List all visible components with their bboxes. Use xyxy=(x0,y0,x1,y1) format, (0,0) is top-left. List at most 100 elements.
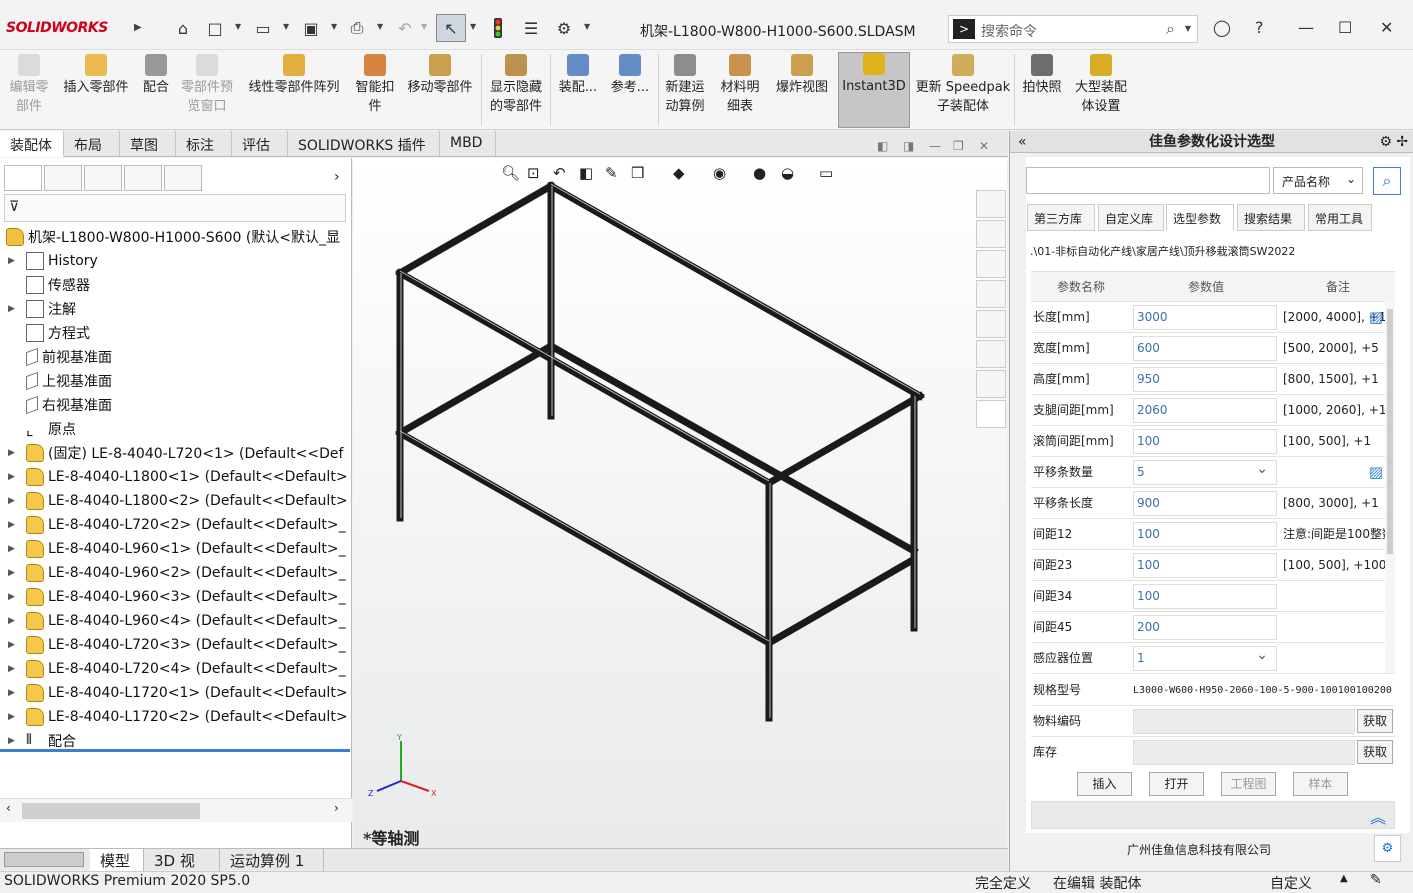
rebuild-traffic-light-icon[interactable] xyxy=(487,17,509,39)
tree-item[interactable]: ▶ History xyxy=(0,249,98,273)
save-icon[interactable]: ▣ xyxy=(300,17,322,39)
viewport-tile-right-icon[interactable]: ◨ xyxy=(903,139,914,153)
panel-settings-gear-icon[interactable]: ⚙ xyxy=(1379,131,1392,153)
linear-component-pattern-button[interactable]: 线性零部件阵列 xyxy=(242,54,346,97)
search-icon[interactable]: ⌕ xyxy=(1166,19,1175,39)
grid-scroll-thumb[interactable] xyxy=(1387,309,1393,554)
minimize-icon[interactable]: — xyxy=(1298,18,1314,37)
tree-item[interactable]: ▶ LE-8-4040-L720<2> (Default<<Default>_ xyxy=(0,513,346,537)
account-icon[interactable]: ◯ xyxy=(1213,18,1231,37)
tree-item[interactable]: ▶ LE-8-4040-L1800<1> (Default<<Default> xyxy=(0,465,348,489)
product-search-button[interactable]: ⌕ xyxy=(1373,167,1401,195)
design-library-icon[interactable] xyxy=(976,220,1006,248)
new-motion-study-button[interactable]: 新建运 动算例 xyxy=(661,54,709,116)
view-palette-icon[interactable] xyxy=(976,280,1006,308)
expand-arrow-icon[interactable]: ▶ xyxy=(8,496,20,506)
tree-item[interactable]: ▶ LE-8-4040-L960<2> (Default<<Default>_ xyxy=(0,561,346,585)
insert-button[interactable]: 插入 xyxy=(1077,772,1132,796)
command-search-box[interactable]: > 搜索命令 ⌕ ▼ xyxy=(948,15,1198,43)
expand-bar[interactable]: ︽ xyxy=(1031,801,1395,829)
instant3d-button[interactable]: Instant3D xyxy=(838,52,910,128)
filter-icon[interactable]: ⊽ xyxy=(9,199,19,215)
scroll-thumb[interactable] xyxy=(22,803,200,819)
stock-field[interactable] xyxy=(1133,740,1355,765)
bottom-tab-2[interactable]: 运动算例 1 xyxy=(220,849,324,871)
tree-item[interactable]: ▶ LE-8-4040-L960<4> (Default<<Default>_ xyxy=(0,609,346,633)
tree-item[interactable]: ▶ LE-8-4040-L1720<1> (Default<<Default> xyxy=(0,681,348,705)
parameter-value-input[interactable]: 600 xyxy=(1133,336,1277,361)
command-tab-0[interactable]: 装配体 xyxy=(0,131,64,157)
fetch-material-code-button[interactable]: 获取 xyxy=(1357,709,1393,733)
smart-fasteners-button[interactable]: 智能扣 件 xyxy=(350,54,400,116)
parameter-value-input[interactable]: 3000 xyxy=(1133,305,1277,330)
undo-dropdown-icon[interactable]: ▼ xyxy=(421,22,427,31)
material-code-field[interactable] xyxy=(1133,709,1355,734)
exploded-view-button[interactable]: 爆炸视图 xyxy=(770,54,834,97)
parameter-value-input[interactable]: 100 xyxy=(1133,522,1277,547)
open-button[interactable]: 打开 xyxy=(1149,772,1204,796)
bottom-tab-0[interactable]: 模型 xyxy=(90,849,144,871)
graphics-viewport[interactable]: 🔍︎ ⊡ ↶ ◧ ✎ ❒ ◆ ◉ ● ◒ ▭ ◧ ◨ — ❐ ✕ Y X Z *… xyxy=(353,139,1007,848)
drawing-button[interactable]: 工程图 xyxy=(1221,772,1276,796)
tree-item[interactable]: ⌞ 原点 xyxy=(0,417,76,441)
expand-arrow-icon[interactable]: ▶ xyxy=(8,640,20,650)
close-icon[interactable]: ✕ xyxy=(1380,18,1393,37)
tree-item[interactable]: 上视基准面 xyxy=(0,369,112,393)
mate-button[interactable]: 配合 xyxy=(138,54,174,97)
options-gear-icon[interactable]: ⚙ xyxy=(553,17,575,39)
parameter-value-input[interactable]: 100 xyxy=(1133,553,1277,578)
scroll-right-icon[interactable]: › xyxy=(334,801,339,815)
tab-scroll-arrows[interactable] xyxy=(4,852,84,867)
property-manager-tab-icon[interactable] xyxy=(44,165,82,191)
large-assembly-settings-button[interactable]: 大型装配 体设置 xyxy=(1070,54,1132,116)
frame-assembly-model[interactable] xyxy=(353,158,1007,848)
parameter-value-select[interactable]: 1 ⌄ xyxy=(1133,646,1277,671)
viewport-minimize-icon[interactable]: — xyxy=(929,139,941,153)
tree-item[interactable]: 前视基准面 xyxy=(0,345,112,369)
solidworks-resources-icon[interactable] xyxy=(976,190,1006,218)
save-dropdown-icon[interactable]: ▼ xyxy=(331,22,337,31)
configuration-manager-tab-icon[interactable] xyxy=(84,165,122,191)
panel-tab-1[interactable]: 自定义库 xyxy=(1098,204,1164,231)
tree-horizontal-scrollbar[interactable]: ‹ › xyxy=(0,798,352,822)
bottom-tab-1[interactable]: 3D 视图 xyxy=(144,849,220,891)
command-tab-6[interactable]: MBD xyxy=(440,131,496,157)
expand-up-icon[interactable]: ︽ xyxy=(1370,804,1386,828)
tree-item[interactable]: 方程式 xyxy=(0,321,90,345)
parameter-value-select[interactable]: 5 ⌄ xyxy=(1133,460,1277,485)
undo-icon[interactable]: ↶ xyxy=(394,17,416,39)
jiayu-plugin-icon[interactable] xyxy=(976,400,1006,428)
product-name-select[interactable]: 产品名称 ⌄ xyxy=(1273,167,1363,194)
command-tab-3[interactable]: 标注 xyxy=(176,131,232,157)
open-dropdown-icon[interactable]: ▼ xyxy=(283,22,289,31)
panel-tab-3[interactable]: 搜索结果 xyxy=(1237,204,1305,231)
update-speedpak-button[interactable]: 更新 Speedpak 子装配体 xyxy=(914,54,1012,116)
insert-components-button[interactable]: 插入零部件 xyxy=(58,54,134,97)
home-icon[interactable]: ⌂ xyxy=(172,17,194,39)
tree-item[interactable]: 传感器 xyxy=(0,273,90,297)
tree-item[interactable]: 右视基准面 xyxy=(0,393,112,417)
fetch-stock-button[interactable]: 获取 xyxy=(1357,740,1393,764)
parameter-value-input[interactable]: 950 xyxy=(1133,367,1277,392)
file-properties-icon[interactable]: ☰ xyxy=(520,17,542,39)
product-search-input[interactable] xyxy=(1026,167,1270,194)
tree-root-assembly[interactable]: 机架-L1800-W800-H1000-S600 (默认<默认_显 xyxy=(0,225,340,249)
search-dropdown-icon[interactable]: ▼ xyxy=(1185,24,1191,33)
scroll-left-icon[interactable]: ‹ xyxy=(6,801,11,815)
viewport-tile-left-icon[interactable]: ◧ xyxy=(877,139,888,153)
component-preview-window-button[interactable]: 零部件预 览窗口 xyxy=(176,54,238,116)
display-manager-tab-icon[interactable] xyxy=(164,165,202,191)
file-explorer-icon[interactable] xyxy=(976,250,1006,278)
options-dropdown-icon[interactable]: ▼ xyxy=(584,22,590,31)
viewport-close-icon[interactable]: ✕ xyxy=(979,139,989,153)
print-icon[interactable]: ⎙ xyxy=(346,17,368,39)
tree-filter-box[interactable]: ⊽ xyxy=(4,194,346,222)
help-icon[interactable]: ? xyxy=(1255,18,1264,37)
bill-of-materials-button[interactable]: 材料明 细表 xyxy=(715,54,765,116)
expand-arrow-icon[interactable]: ▶ xyxy=(8,256,20,266)
dimxpert-tab-icon[interactable] xyxy=(124,165,162,191)
pin-icon[interactable]: ✢ xyxy=(1396,131,1408,153)
panel-tab-2[interactable]: 选型参数 xyxy=(1166,204,1234,231)
appearances-icon[interactable] xyxy=(976,310,1006,338)
status-notes-icon[interactable]: ✎ xyxy=(1370,872,1382,888)
